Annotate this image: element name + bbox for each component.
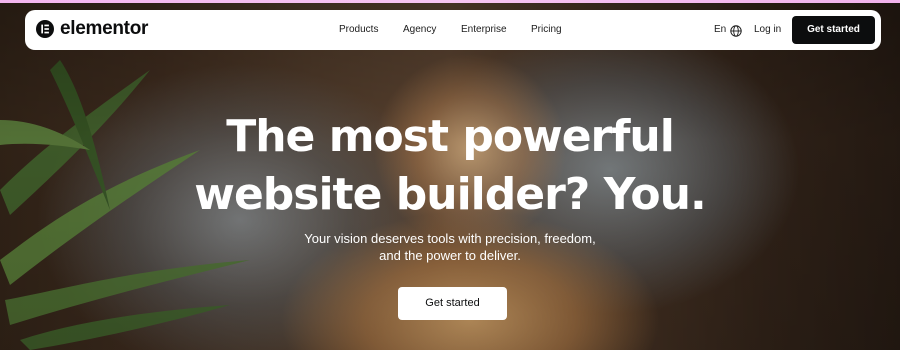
nav-item-pricing[interactable]: Pricing	[531, 22, 562, 38]
login-link[interactable]: Log in	[754, 22, 781, 38]
nav-item-agency[interactable]: Agency	[403, 22, 436, 38]
hero-title: The most powerful website builder? You.	[0, 108, 900, 224]
hero-get-started-button[interactable]: Get started	[398, 287, 507, 320]
elementor-logo-icon	[36, 20, 54, 38]
language-selector[interactable]: En	[714, 22, 742, 38]
hero-subtitle-line-1: Your vision deserves tools with precisio…	[304, 231, 596, 246]
globe-icon	[730, 24, 742, 37]
hero-title-line-2: website builder? You.	[194, 169, 706, 220]
top-navbar: elementor Products Agency Enterprise Pri…	[25, 10, 881, 50]
top-accent-strip	[0, 0, 900, 3]
nav-item-products[interactable]: Products	[339, 22, 378, 38]
language-label: En	[714, 24, 727, 35]
hero-subtitle-line-2: and the power to deliver.	[379, 248, 521, 263]
hero-title-line-1: The most powerful	[226, 111, 675, 162]
page: elementor Products Agency Enterprise Pri…	[0, 0, 900, 350]
get-started-nav-button[interactable]: Get started	[792, 16, 875, 44]
brand-name: elementor	[60, 18, 149, 39]
brand-logo[interactable]: elementor	[36, 18, 149, 39]
nav-item-enterprise[interactable]: Enterprise	[461, 22, 507, 38]
hero-subtitle: Your vision deserves tools with precisio…	[0, 230, 900, 264]
